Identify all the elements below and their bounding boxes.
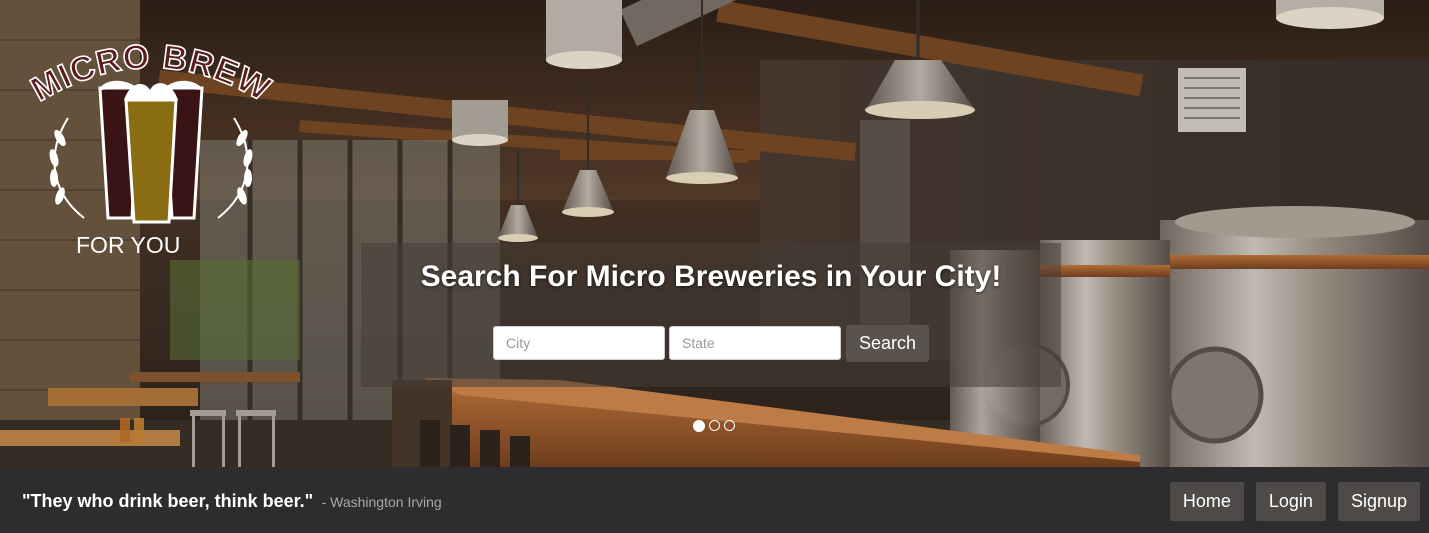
quote: "They who drink beer, think beer." - Was…	[22, 491, 442, 512]
state-input[interactable]	[669, 326, 841, 360]
search-form: Search	[493, 324, 930, 362]
carousel-dot-1[interactable]	[693, 420, 705, 432]
search-title: Search For Micro Breweries in Your City!	[420, 260, 1002, 293]
nav-buttons: Home Login Signup	[1169, 482, 1420, 521]
search-panel: Search For Micro Breweries in Your City!…	[361, 243, 1061, 387]
logo-tagline: FOR YOU	[76, 232, 181, 258]
carousel-indicators	[693, 420, 735, 432]
quote-text: "They who drink beer, think beer."	[22, 491, 314, 511]
search-button[interactable]: Search	[846, 324, 930, 362]
home-button[interactable]: Home	[1169, 482, 1244, 521]
carousel-dot-3[interactable]	[724, 420, 735, 431]
footer-bar: "They who drink beer, think beer." - Was…	[0, 467, 1429, 533]
quote-author: - Washington Irving	[321, 494, 442, 510]
carousel-dot-2[interactable]	[709, 420, 720, 431]
hero-banner: MICRO BREW FOR YOU Search For Micro Brew…	[0, 0, 1429, 467]
city-input[interactable]	[493, 326, 665, 360]
signup-button[interactable]: Signup	[1337, 482, 1420, 521]
login-button[interactable]: Login	[1255, 482, 1326, 521]
